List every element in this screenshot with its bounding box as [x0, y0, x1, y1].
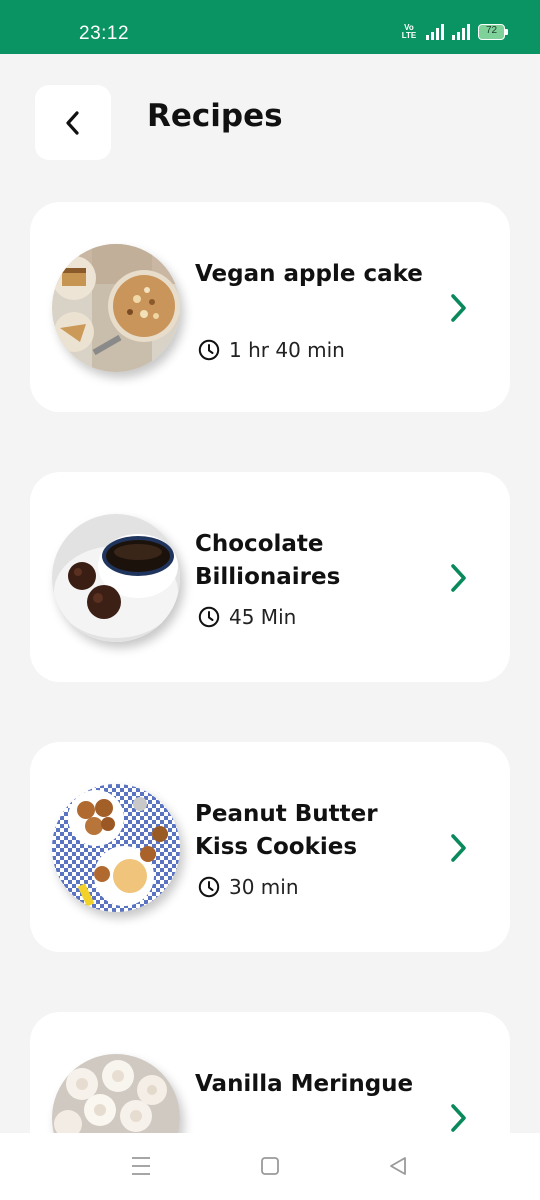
recipe-image [52, 784, 180, 912]
battery-level: 72 [485, 25, 498, 36]
clock-icon [198, 339, 220, 361]
recipe-time: 30 min [229, 875, 299, 899]
chevron-right-icon[interactable] [448, 562, 470, 594]
clock-icon [198, 876, 220, 898]
recipe-card-peanut-butter-kiss-cookies[interactable]: Peanut Butter Kiss Cookies 30 min [30, 742, 510, 952]
status-icons: Vo LTE 72 [400, 24, 508, 40]
page-title: Recipes [147, 98, 283, 134]
chevron-right-icon[interactable] [448, 292, 470, 324]
recipe-time-row: 30 min [198, 875, 299, 899]
clock-icon [198, 606, 220, 628]
recipe-card-vegan-apple-cake[interactable]: Vegan apple cake 1 hr 40 min [30, 202, 510, 412]
recipe-image [52, 514, 180, 642]
status-bar: 23:12 Vo LTE 72 [0, 0, 540, 54]
recipe-time-row: 45 Min [198, 605, 296, 629]
recipe-time: 1 hr 40 min [229, 338, 345, 362]
recipe-image [52, 244, 180, 372]
signal-icon-2 [452, 24, 470, 40]
menu-icon[interactable] [131, 1155, 151, 1177]
recipe-name: Vanilla Meringue [195, 1071, 414, 1097]
recipe-name: Peanut Butter Kiss Cookies [195, 801, 378, 860]
recipe-time-row: 1 hr 40 min [198, 338, 345, 362]
system-nav-bar [0, 1133, 540, 1200]
recipe-name: Vegan apple cake [195, 261, 423, 287]
volte-icon: Vo LTE [400, 24, 418, 40]
home-square-icon[interactable] [260, 1155, 280, 1177]
signal-icon [426, 24, 444, 40]
volte-bottom: LTE [401, 31, 417, 40]
chevron-left-icon [66, 110, 79, 135]
back-button[interactable] [35, 85, 111, 160]
chevron-right-icon[interactable] [448, 1102, 470, 1134]
back-triangle-icon[interactable] [388, 1155, 408, 1177]
recipe-card-chocolate-billionaires[interactable]: Chocolate Billionaires 45 Min [30, 472, 510, 682]
status-time: 23:12 [79, 23, 130, 44]
recipe-time: 45 Min [229, 605, 297, 629]
chevron-right-icon[interactable] [448, 832, 470, 864]
battery-icon: 72 [478, 24, 508, 40]
recipe-name: Chocolate Billionaires [195, 531, 341, 590]
